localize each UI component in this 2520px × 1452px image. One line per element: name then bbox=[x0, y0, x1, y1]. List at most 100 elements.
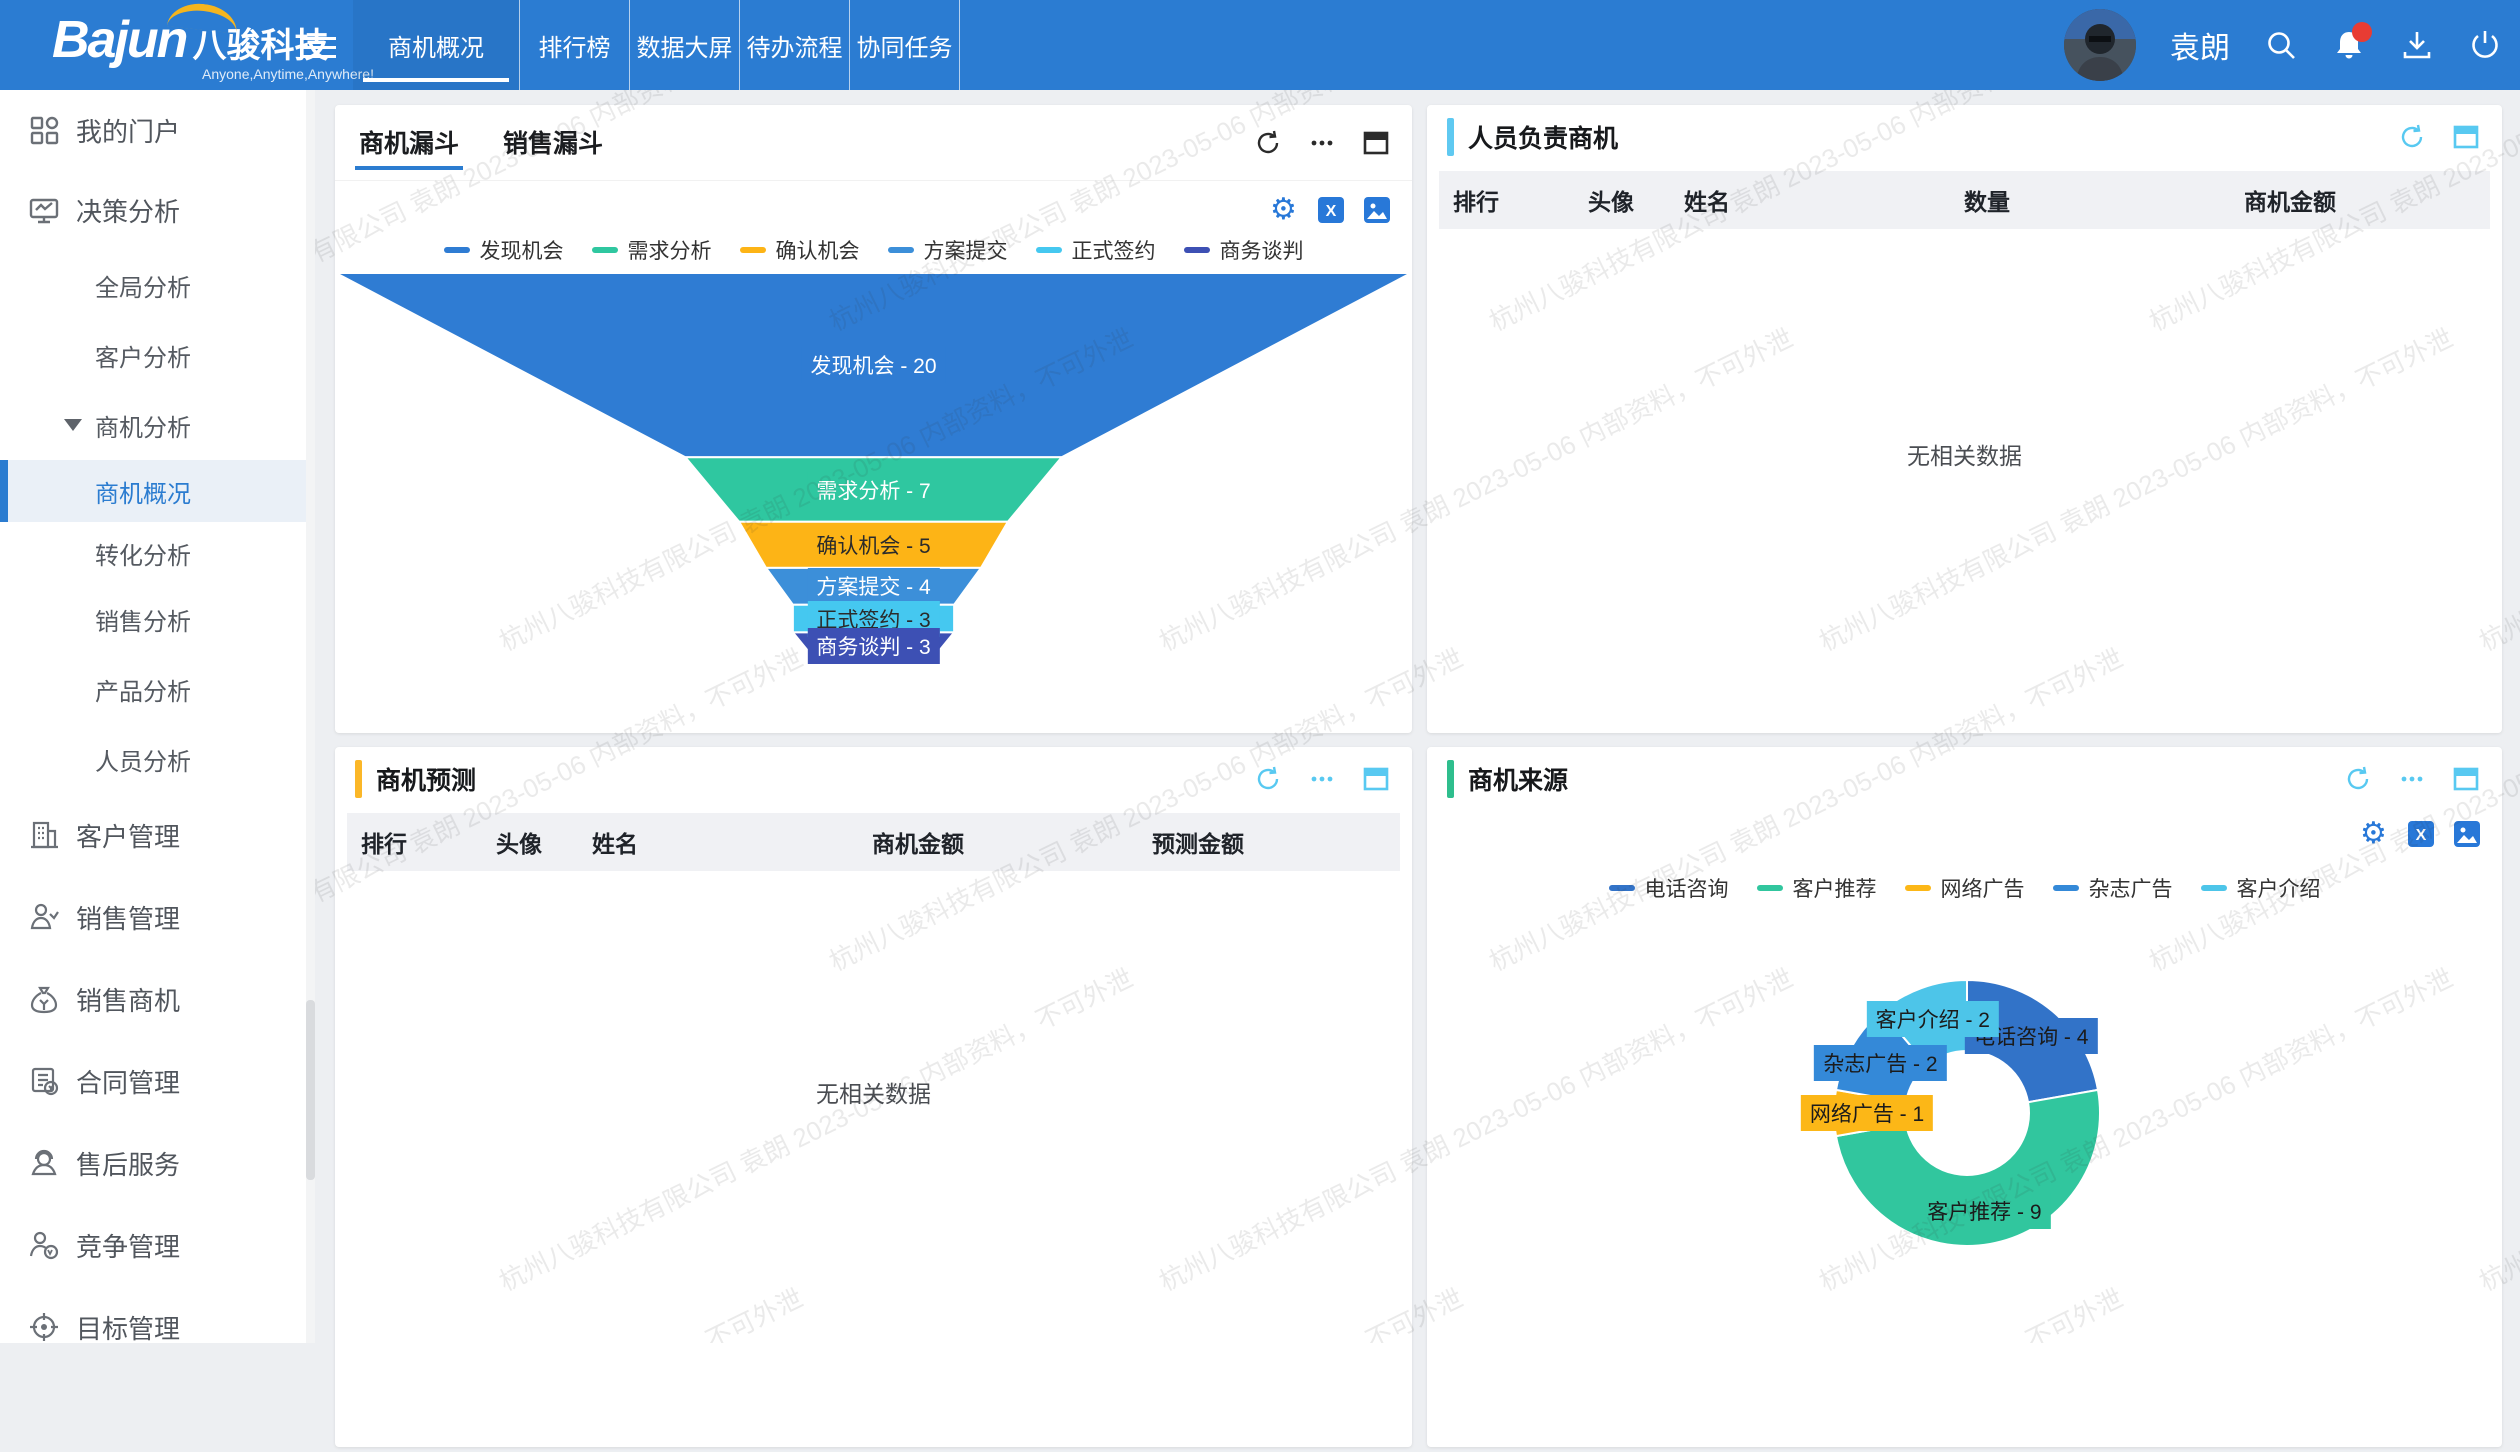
refresh-icon[interactable] bbox=[1254, 765, 1282, 793]
legend-label: 需求分析 bbox=[628, 235, 712, 265]
legend-label: 确认机会 bbox=[776, 235, 860, 265]
menu-toggle-icon[interactable] bbox=[300, 31, 336, 59]
export-image-icon[interactable] bbox=[2452, 819, 2482, 849]
tab-opportunity-funnel[interactable]: 商机漏斗 bbox=[359, 124, 459, 180]
legend-label: 发现机会 bbox=[480, 235, 564, 265]
sidebar-item-label: 竞争管理 bbox=[76, 1227, 180, 1264]
column-header: 排行 bbox=[1453, 183, 1588, 217]
sidebar-item-my-portal[interactable]: 我的门户 bbox=[0, 90, 315, 170]
sidebar-item-sales-analysis[interactable]: 销售分析 bbox=[0, 584, 315, 654]
legend-swatch bbox=[444, 247, 470, 253]
target-icon bbox=[28, 1311, 60, 1343]
sidebar-item-label: 我的门户 bbox=[76, 112, 180, 149]
sidebar-item-customer-analysis[interactable]: 客户分析 bbox=[0, 320, 315, 390]
refresh-icon[interactable] bbox=[1254, 129, 1282, 157]
building-icon bbox=[28, 819, 60, 851]
column-header: 商机金额 bbox=[872, 825, 1152, 859]
column-header: 姓名 bbox=[592, 825, 872, 859]
money-bag-icon bbox=[28, 983, 60, 1015]
card-marker bbox=[355, 760, 362, 798]
chart-data-label: 客户介绍 - 2 bbox=[1867, 1001, 1999, 1037]
notification-bell-icon[interactable] bbox=[2332, 28, 2366, 62]
chart-settings-gear-icon[interactable]: ⚙ bbox=[2360, 819, 2390, 849]
current-user-name[interactable]: 袁朗 bbox=[2170, 23, 2230, 67]
sidebar-item-personnel-analysis[interactable]: 人员分析 bbox=[0, 724, 315, 794]
opportunity-forecast-card: 商机预测 排行 头像 姓名 商机金额 预测金额 无相关数据 bbox=[335, 747, 1412, 1447]
sidebar-scrollbar-thumb[interactable] bbox=[306, 1000, 315, 1180]
refresh-icon[interactable] bbox=[2398, 123, 2426, 151]
brand-logo: Bajun八骏科技 Anyone,Anytime,Anywhere! bbox=[52, 10, 328, 70]
table-header-row: 排行 头像 姓名 数量 商机金额 bbox=[1439, 171, 2490, 229]
legend-item[interactable]: 商务谈判 bbox=[1184, 235, 1304, 265]
sidebar-item-conversion-analysis[interactable]: 转化分析 bbox=[0, 522, 315, 584]
sidebar-item-label: 销售管理 bbox=[76, 899, 180, 936]
sidebar-item-product-analysis[interactable]: 产品分析 bbox=[0, 654, 315, 724]
maximize-icon[interactable] bbox=[1362, 765, 1390, 793]
sidebar-item-target-mgmt[interactable]: 目标管理 bbox=[0, 1286, 315, 1368]
legend-item[interactable]: 需求分析 bbox=[592, 235, 712, 265]
card-marker bbox=[1447, 118, 1454, 156]
sidebar: 我的门户 决策分析 全局分析 客户分析 商机分析 商机概况 转化分析 销售分析 … bbox=[0, 90, 315, 1343]
sidebar-item-customer-mgmt[interactable]: 客户管理 bbox=[0, 794, 315, 876]
brand-name: Bajun bbox=[52, 11, 186, 69]
opportunity-funnel-card: 商机漏斗 销售漏斗 ⚙ X 发现机会 需求分析 确认机会方案提交正式签约商务谈判 发… bbox=[335, 105, 1412, 733]
nav-tab-business-overview[interactable]: 商机概况 bbox=[353, 0, 520, 90]
sidebar-item-decision-analysis[interactable]: 决策分析 bbox=[0, 170, 315, 250]
sidebar-item-label: 决策分析 bbox=[76, 192, 180, 229]
chart-settings-gear-icon[interactable]: ⚙ bbox=[1270, 195, 1300, 225]
portal-grid-icon bbox=[28, 114, 60, 146]
tab-sales-funnel[interactable]: 销售漏斗 bbox=[503, 124, 603, 180]
funnel-chart[interactable]: 发现机会 - 20需求分析 - 7确认机会 - 5方案提交 - 4正式签约 - … bbox=[336, 273, 1411, 673]
column-header: 排行 bbox=[361, 825, 496, 859]
legend-item[interactable]: 方案提交 bbox=[888, 235, 1008, 265]
analysis-monitor-icon bbox=[28, 194, 60, 226]
export-excel-icon[interactable]: X bbox=[2406, 819, 2436, 849]
more-options-icon[interactable] bbox=[1308, 765, 1336, 793]
export-image-icon[interactable] bbox=[1362, 195, 1392, 225]
sidebar-item-sales-mgmt[interactable]: 销售管理 bbox=[0, 876, 315, 958]
nav-user-area: 袁朗 bbox=[2064, 0, 2502, 90]
nav-tab-ranking[interactable]: 排行榜 bbox=[520, 0, 630, 90]
chart-data-label: 商务谈判 - 3 bbox=[807, 628, 939, 664]
sidebar-item-label: 售后服务 bbox=[76, 1145, 180, 1182]
sidebar-scrollbar[interactable] bbox=[306, 90, 315, 1343]
funnel-card-tabs: 商机漏斗 销售漏斗 bbox=[335, 105, 1412, 181]
column-header: 商机金额 bbox=[2244, 183, 2476, 217]
sidebar-item-contract-mgmt[interactable]: 合同管理 bbox=[0, 1040, 315, 1122]
export-excel-icon[interactable]: X bbox=[1316, 195, 1346, 225]
more-options-icon[interactable] bbox=[1308, 129, 1336, 157]
download-icon[interactable] bbox=[2400, 28, 2434, 62]
column-header: 姓名 bbox=[1684, 183, 1964, 217]
legend-swatch bbox=[888, 247, 914, 253]
chart-data-label: 方案提交 - 4 bbox=[807, 568, 939, 604]
maximize-icon[interactable] bbox=[2452, 123, 2480, 151]
sidebar-item-sales-opportunity[interactable]: 销售商机 bbox=[0, 958, 315, 1040]
column-header: 头像 bbox=[1588, 183, 1684, 217]
source-donut-chart[interactable]: 电话咨询 - 4客户推荐 - 9网络广告 - 1杂志广告 - 2客户介绍 - 2 bbox=[1427, 747, 2502, 1447]
legend-item[interactable]: 确认机会 bbox=[740, 235, 860, 265]
legend-item[interactable]: 发现机会 bbox=[444, 235, 564, 265]
sidebar-item-label: 客户分析 bbox=[95, 338, 191, 373]
legend-swatch bbox=[1184, 247, 1210, 253]
notification-badge bbox=[2352, 22, 2372, 42]
salesperson-icon bbox=[28, 901, 60, 933]
sidebar-item-after-sales[interactable]: 售后服务 bbox=[0, 1122, 315, 1204]
nav-tab-todo-flow[interactable]: 待办流程 bbox=[740, 0, 850, 90]
search-icon[interactable] bbox=[2264, 28, 2298, 62]
sidebar-item-opportunity-overview[interactable]: 商机概况 bbox=[0, 460, 315, 522]
sidebar-item-global-analysis[interactable]: 全局分析 bbox=[0, 250, 315, 320]
sidebar-item-label: 目标管理 bbox=[76, 1309, 180, 1346]
avatar[interactable] bbox=[2064, 9, 2136, 81]
empty-state-text: 无相关数据 bbox=[1427, 437, 2502, 471]
sidebar-item-competition-mgmt[interactable]: 竞争管理 bbox=[0, 1204, 315, 1286]
maximize-icon[interactable] bbox=[1362, 129, 1390, 157]
table-header-row: 排行 头像 姓名 商机金额 预测金额 bbox=[347, 813, 1400, 871]
legend-item[interactable]: 正式签约 bbox=[1036, 235, 1156, 265]
sidebar-item-opportunity-analysis[interactable]: 商机分析 bbox=[0, 390, 315, 460]
nav-tab-collab-tasks[interactable]: 协同任务 bbox=[850, 0, 960, 90]
nav-tab-data-screen[interactable]: 数据大屏 bbox=[630, 0, 740, 90]
competitor-vs-icon bbox=[28, 1229, 60, 1261]
sidebar-item-label: 全局分析 bbox=[95, 268, 191, 303]
logout-power-icon[interactable] bbox=[2468, 28, 2502, 62]
donut-svg bbox=[1427, 747, 2502, 1447]
